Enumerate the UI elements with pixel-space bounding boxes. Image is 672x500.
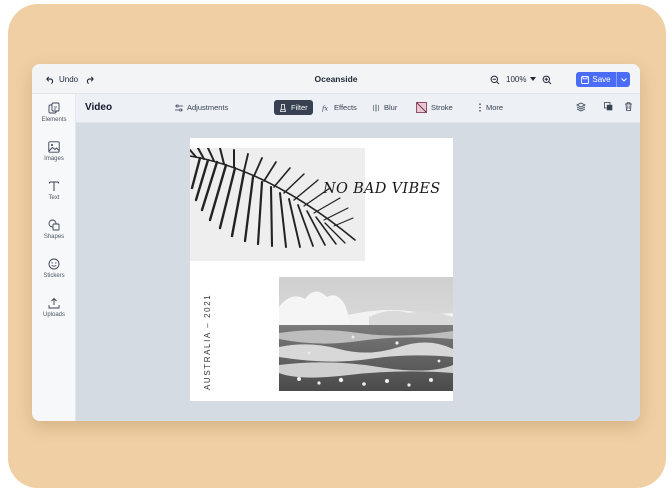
sidebar-item-uploads[interactable]: Uploads: [32, 297, 76, 318]
save-options-button[interactable]: [616, 72, 630, 87]
zoom-in-icon: [543, 75, 552, 84]
zoom-out-button[interactable]: [490, 75, 500, 85]
sidebar-item-label: Shapes: [43, 234, 65, 240]
sidebar-item-label: Images: [44, 156, 64, 162]
beach-image[interactable]: [279, 277, 453, 391]
blur-icon: [372, 104, 380, 111]
sliders-icon: [175, 104, 183, 111]
delete-button[interactable]: [624, 102, 633, 111]
trash-icon: [625, 102, 632, 111]
context-toolbar: Video Adjustments Filter fx Effects Blur…: [76, 94, 640, 123]
canvas-area[interactable]: NO BAD VIBES AUSTRALIA – 2021: [76, 123, 640, 421]
left-sidebar: Elements Images Text Shapes Stickers Upl…: [32, 94, 76, 421]
beach-waves-graphic: [279, 277, 453, 391]
sticker-icon: [48, 258, 60, 270]
duplicate-button[interactable]: [604, 102, 613, 111]
fx-icon: fx: [322, 104, 328, 112]
more-vertical-icon: [479, 103, 481, 112]
sidebar-item-label: Stickers: [43, 273, 65, 279]
design-page[interactable]: NO BAD VIBES AUSTRALIA – 2021: [190, 138, 453, 401]
sidebar-item-label: Text: [48, 195, 60, 201]
effects-label: Effects: [334, 103, 357, 112]
zoom-controls: 100%: [490, 72, 552, 87]
shapes-icon: [48, 219, 60, 231]
sidebar-item-label: Elements: [41, 117, 67, 123]
sidebar-item-text[interactable]: Text: [32, 180, 76, 201]
zoom-value: 100%: [506, 75, 527, 84]
svg-text:fx: fx: [322, 104, 328, 112]
sidebar-item-images[interactable]: Images: [32, 141, 76, 162]
vertical-caption-text[interactable]: AUSTRALIA – 2021: [203, 294, 212, 390]
image-icon: [48, 141, 60, 153]
effects-button[interactable]: fx Effects: [317, 100, 362, 115]
text-icon: [49, 181, 59, 191]
top-bar: Undo Oceanside 100% Save: [32, 64, 640, 94]
palm-leaf-image[interactable]: [190, 147, 365, 261]
more-button[interactable]: More: [473, 100, 508, 115]
caret-down-icon: [530, 77, 537, 81]
layers-icon: [576, 102, 586, 112]
sidebar-item-stickers[interactable]: Stickers: [32, 258, 76, 279]
zoom-select[interactable]: 100%: [506, 75, 537, 84]
filter-button[interactable]: Filter: [274, 100, 313, 115]
save-label: Save: [592, 75, 611, 84]
toolbar-section-title: Video: [85, 102, 113, 113]
stroke-button[interactable]: Stroke: [411, 100, 458, 115]
save-button[interactable]: Save: [576, 72, 616, 87]
sidebar-item-elements[interactable]: Elements: [32, 102, 76, 123]
stroke-label: Stroke: [431, 103, 453, 112]
more-label: More: [486, 103, 504, 112]
adjustments-label: Adjustments: [187, 103, 229, 112]
layers-button[interactable]: [576, 102, 586, 112]
filter-label: Filter: [291, 103, 308, 112]
chevron-down-icon: [620, 77, 627, 82]
duplicate-icon: [604, 102, 613, 111]
elements-icon: [48, 102, 60, 114]
headline-text[interactable]: NO BAD VIBES: [323, 181, 441, 197]
sidebar-item-shapes[interactable]: Shapes: [32, 219, 76, 240]
stroke-icon: [416, 102, 427, 113]
upload-icon: [48, 297, 60, 309]
blur-button[interactable]: Blur: [367, 100, 402, 115]
sidebar-item-label: Uploads: [42, 312, 65, 318]
save-button-group: Save: [576, 72, 630, 87]
zoom-in-button[interactable]: [542, 75, 552, 85]
palm-leaf-graphic: [190, 147, 356, 248]
save-icon: [581, 75, 590, 84]
zoom-out-icon: [490, 75, 500, 84]
editor-window: Undo Oceanside 100% Save Video Adjustmen…: [32, 64, 640, 421]
adjustments-button[interactable]: Adjustments: [170, 100, 233, 115]
filter-icon: [280, 103, 286, 112]
blur-label: Blur: [384, 103, 398, 112]
